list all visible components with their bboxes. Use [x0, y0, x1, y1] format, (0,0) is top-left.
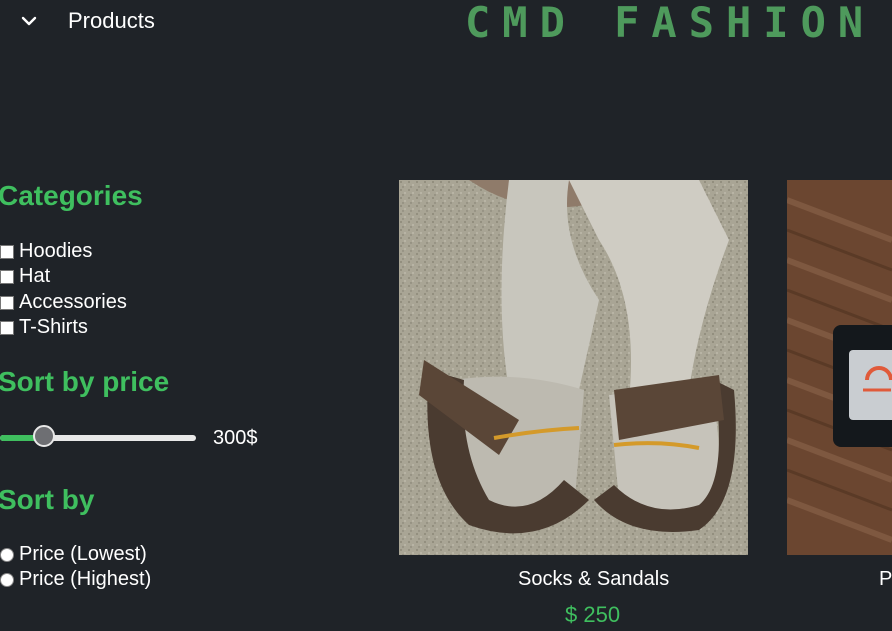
category-label: Hat	[19, 265, 51, 287]
category-option-hat[interactable]: Hat	[0, 265, 50, 288]
category-option-accessories[interactable]: Accessories	[0, 291, 127, 314]
sort-option-label: Price (Lowest)	[19, 543, 147, 565]
sort-option-label: Price (Highest)	[19, 568, 152, 590]
sort-option-highest[interactable]: Price (Highest)	[0, 568, 151, 591]
category-label: T-Shirts	[19, 316, 88, 338]
sort-option-lowest[interactable]: Price (Lowest)	[0, 543, 147, 566]
slider-thumb[interactable]	[33, 425, 56, 447]
radio-button[interactable]	[0, 547, 14, 562]
product-price: $ 250	[565, 602, 621, 627]
product-title[interactable]: Socks & Sandals	[518, 568, 669, 591]
sort-by-heading: Sort by	[0, 484, 95, 515]
product-image-socks-sandals[interactable]	[399, 180, 748, 555]
top-bar: Products CMD FASHION	[0, 0, 892, 47]
price-value: 300$	[213, 427, 258, 449]
brand-logo[interactable]: CMD FASHION	[465, 0, 875, 47]
category-option-tshirts[interactable]: T-Shirts	[0, 316, 88, 339]
radio-button[interactable]	[0, 572, 14, 587]
checkbox[interactable]	[0, 269, 14, 284]
checkbox[interactable]	[0, 244, 14, 259]
category-label: Accessories	[19, 291, 127, 313]
checkbox[interactable]	[0, 295, 14, 310]
product-title[interactable]: P	[879, 568, 892, 591]
product-image-partial[interactable]	[787, 180, 892, 555]
sort-by-price-heading: Sort by price	[0, 366, 170, 397]
nav-products-link[interactable]: Products	[68, 8, 155, 34]
chevron-down-icon[interactable]	[18, 10, 40, 32]
category-option-hoodies[interactable]: Hoodies	[0, 240, 92, 263]
categories-heading: Categories	[0, 180, 143, 211]
checkbox[interactable]	[0, 320, 14, 335]
category-label: Hoodies	[19, 240, 93, 262]
price-slider[interactable]	[0, 425, 200, 448]
